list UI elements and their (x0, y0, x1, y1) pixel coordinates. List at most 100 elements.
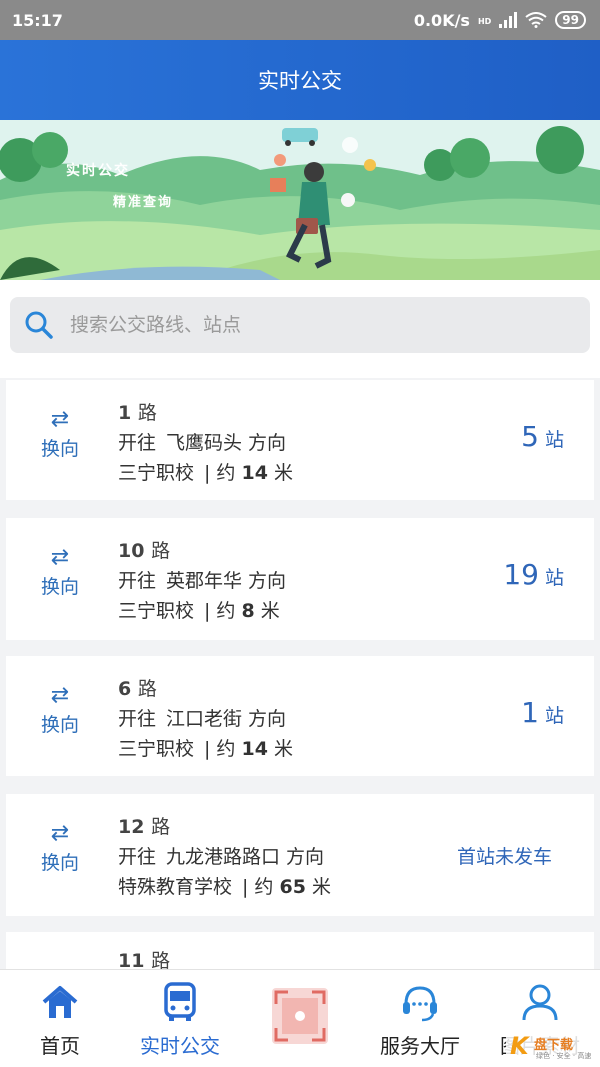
home-icon (42, 986, 78, 1018)
scan-icon (272, 988, 328, 1044)
banner-subheadline: 精准查询 (113, 195, 174, 210)
distance-value: 8 (241, 600, 255, 622)
tab-realtime-bus[interactable]: 实时公交 (120, 970, 240, 1067)
tab-label: 首页 (40, 1034, 80, 1058)
route-direction: 开往 江口老街 方向 (118, 704, 293, 734)
banner-headline: 实时公交 (66, 163, 130, 179)
route-info: 12 路 开往 九龙港路路口 方向 特殊教育学校 | 约 65 米 (118, 812, 331, 902)
banner[interactable]: 实时公交 精准查询 (0, 120, 600, 280)
direction-prefix: 开往 (118, 432, 157, 454)
hd-label: HD (477, 16, 492, 26)
route-number: 10 (118, 540, 145, 562)
stops-away: 5站 (521, 420, 564, 453)
separator: | (204, 462, 211, 484)
search-section (0, 280, 600, 378)
route-info: 10 路 开往 英郡年华 方向 三宁职校 | 约 8 米 (118, 536, 286, 626)
route-name: 12 路 (118, 812, 331, 842)
distance-prefix: 约 (216, 462, 236, 484)
route-direction: 开往 九龙港路路口 方向 (118, 842, 331, 872)
tab-home[interactable]: 首页 (0, 970, 120, 1067)
network-speed: 0.0K/s (413, 10, 470, 30)
route-suffix: 路 (151, 816, 171, 838)
wifi-icon (525, 12, 547, 28)
direction-suffix: 方向 (286, 846, 325, 868)
search-icon (25, 311, 53, 339)
watermark-slogan: 绿色 · 安全 · 高速 (536, 1052, 592, 1060)
status-time: 15:17 (12, 10, 63, 30)
swap-direction-button[interactable]: ⇄ 换向 (30, 822, 90, 875)
distance-prefix: 约 (254, 876, 274, 898)
route-destination: 飞鹰码头 (166, 432, 243, 454)
stop-distance: 特殊教育学校 | 约 65 米 (118, 872, 331, 902)
stop-distance: 三宁职校 | 约 8 米 (118, 596, 286, 626)
tab-label: 实时公交 (140, 1034, 220, 1058)
signal-icon (499, 12, 518, 28)
swap-direction-button[interactable]: ⇄ 换向 (30, 684, 90, 737)
distance-unit: 米 (260, 600, 280, 622)
route-destination: 英郡年华 (166, 570, 243, 592)
route-direction: 开往 英郡年华 方向 (118, 566, 286, 596)
route-suffix: 路 (151, 540, 171, 562)
search-input[interactable] (70, 314, 530, 336)
route-suffix: 路 (137, 402, 157, 424)
stop-name: 特殊教育学校 (118, 876, 233, 898)
direction-suffix: 方向 (248, 432, 287, 454)
direction-prefix: 开往 (118, 846, 157, 868)
swap-arrows-icon: ⇄ (50, 683, 70, 708)
stops-away: 1站 (521, 696, 564, 729)
user-icon (522, 984, 558, 1021)
route-number: 12 (118, 816, 145, 838)
distance-value: 14 (241, 738, 268, 760)
distance-prefix: 约 (216, 600, 236, 622)
route-card[interactable]: 11 路 (6, 932, 594, 972)
headset-icon (403, 986, 437, 1022)
route-destination: 江口老街 (166, 708, 243, 730)
stop-distance: 三宁职校 | 约 14 米 (118, 734, 293, 764)
search-bar[interactable] (10, 297, 590, 353)
route-card[interactable]: ⇄ 换向 10 路 开往 英郡年华 方向 三宁职校 | 约 8 米 19 站 (6, 518, 594, 640)
separator: | (204, 600, 211, 622)
direction-prefix: 开往 (118, 570, 157, 592)
stop-name: 三宁职校 (118, 462, 195, 484)
swap-label: 换向 (40, 714, 79, 736)
distance-prefix: 约 (216, 738, 236, 760)
route-number: 1 (118, 402, 132, 424)
route-card[interactable]: ⇄ 换向 1 路 开往 飞鹰码头 方向 三宁职校 | 约 14 米 5站 (6, 380, 594, 500)
route-status-text: 首站未发车 (456, 846, 552, 868)
swap-direction-button[interactable]: ⇄ 换向 (30, 408, 90, 461)
swap-label: 换向 (40, 852, 79, 874)
swap-arrows-icon: ⇄ (50, 407, 70, 432)
tab-service-hall[interactable]: 服务大厅 (360, 970, 480, 1067)
route-number: 6 (118, 678, 132, 700)
route-name: 6 路 (118, 674, 293, 704)
stops-unit: 站 (544, 429, 564, 451)
route-card[interactable]: ⇄ 换向 12 路 开往 九龙港路路口 方向 特殊教育学校 | 约 65 米 首站未发车 (6, 794, 594, 916)
page-title: 实时公交 (258, 69, 342, 93)
route-card[interactable]: ⇄ 换向 6 路 开往 江口老街 方向 三宁职校 | 约 14 米 1站 (6, 656, 594, 776)
bus-icon (164, 982, 196, 1021)
status-right: 0.0K/s HD 99 (414, 11, 586, 30)
stops-count: 19 (503, 558, 539, 591)
banner-illustration (0, 120, 600, 280)
stops-count: 5 (521, 420, 539, 453)
stop-distance: 三宁职校 | 约 14 米 (118, 458, 293, 488)
swap-direction-button[interactable]: ⇄ 换向 (30, 546, 90, 599)
tab-label: 服务大厅 (380, 1034, 460, 1058)
swap-arrows-icon: ⇄ (50, 821, 70, 846)
route-name: 10 路 (118, 536, 286, 566)
swap-label: 换向 (40, 576, 79, 598)
route-info: 6 路 开往 江口老街 方向 三宁职校 | 约 14 米 (118, 674, 293, 764)
tab-scan[interactable] (240, 970, 360, 1067)
distance-unit: 米 (311, 876, 331, 898)
separator: | (204, 738, 211, 760)
swap-arrows-icon: ⇄ (50, 545, 70, 570)
battery-icon: 99 (555, 11, 586, 29)
distance-unit: 米 (273, 462, 293, 484)
direction-suffix: 方向 (248, 570, 287, 592)
swap-label: 换向 (40, 438, 79, 460)
route-suffix: 路 (137, 678, 157, 700)
route-info: 1 路 开往 飞鹰码头 方向 三宁职校 | 约 14 米 (118, 398, 293, 488)
stops-unit: 站 (544, 705, 564, 727)
route-name: 1 路 (118, 398, 293, 428)
watermark-k-icon: K (510, 1032, 529, 1060)
